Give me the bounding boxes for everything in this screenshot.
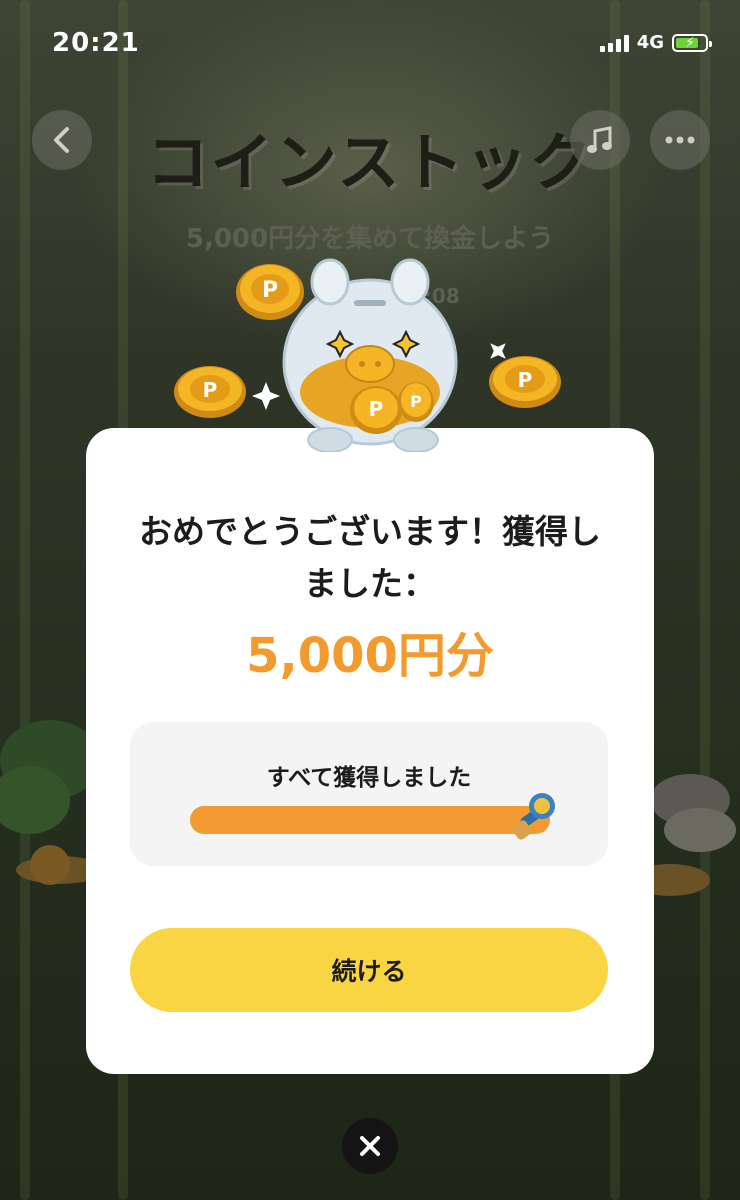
music-note-icon bbox=[587, 126, 612, 153]
status-time: 20:21 bbox=[52, 28, 140, 58]
close-x-icon bbox=[360, 1136, 380, 1156]
more-button[interactable] bbox=[650, 110, 710, 170]
reward-dialog: おめでとうございます！獲得しました： 5,000円分 すべて獲得しました 続ける bbox=[86, 428, 654, 1074]
signal-icon bbox=[599, 34, 629, 52]
progress-bar bbox=[190, 793, 555, 840]
status-bar: 20:21 4G ⚡ bbox=[0, 0, 740, 88]
svg-text:P: P bbox=[410, 392, 422, 411]
page-title: コインストック bbox=[146, 126, 594, 199]
battery-charging-icon: ⚡ bbox=[672, 33, 712, 52]
svg-text:P: P bbox=[262, 278, 278, 303]
progress-fill bbox=[190, 806, 550, 834]
progress-card: すべて獲得しました bbox=[130, 722, 608, 866]
more-dots-icon bbox=[665, 136, 695, 144]
continue-button[interactable]: 続ける bbox=[130, 928, 608, 1012]
svg-text:P: P bbox=[518, 368, 533, 392]
page-subtitle: 5,000円分を集めて換金しよう bbox=[185, 224, 555, 254]
reward-amount: 5,000円分 bbox=[246, 628, 494, 684]
piggy-bank-coins-illustration: P P P P P bbox=[174, 258, 561, 452]
mallet-icon bbox=[512, 793, 555, 840]
music-button[interactable] bbox=[570, 110, 630, 170]
svg-text:P: P bbox=[203, 378, 218, 402]
congrats-message: おめでとうございます！獲得しました： bbox=[139, 512, 601, 603]
network-type: 4G bbox=[636, 32, 664, 53]
close-button[interactable] bbox=[342, 1118, 398, 1174]
svg-text:P: P bbox=[369, 397, 384, 421]
